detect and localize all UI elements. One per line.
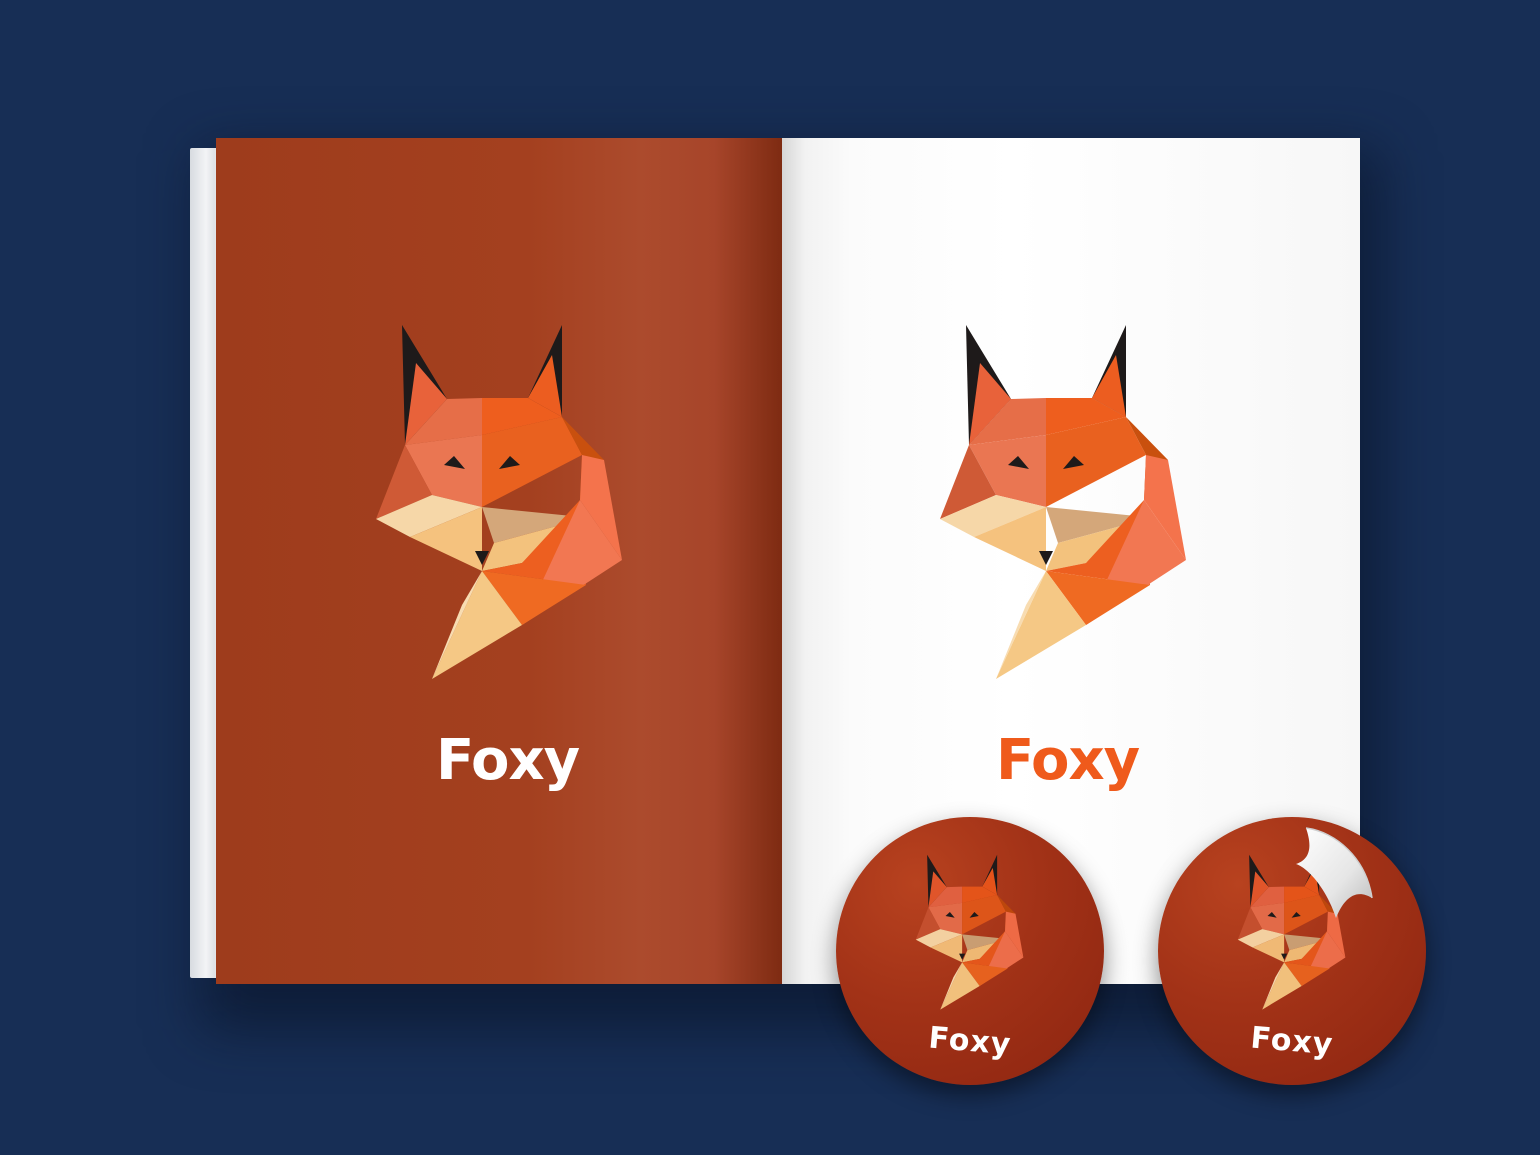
mockup-scene: Foxy Foxy Foxy Foxy xyxy=(0,0,1540,1155)
sticker-peel-curl xyxy=(1296,827,1373,918)
fox-logo-icon xyxy=(940,325,1186,679)
sticker-wordmark: Foxy xyxy=(927,1020,1013,1063)
sticker-round: Foxy xyxy=(836,817,1104,1085)
fox-logo-shapes xyxy=(376,325,622,679)
fox-logo-icon xyxy=(376,325,622,679)
wordmark-left: Foxy xyxy=(436,728,580,793)
sticker-wordmark: Foxy xyxy=(1249,1020,1335,1063)
sticker-round-peeled: Foxy xyxy=(1158,817,1426,1085)
wordmark-right: Foxy xyxy=(996,728,1140,793)
fox-logo-shapes xyxy=(940,325,1186,679)
fox-logo-icon xyxy=(915,854,1024,1010)
fox-logo-shapes xyxy=(915,854,1024,1010)
